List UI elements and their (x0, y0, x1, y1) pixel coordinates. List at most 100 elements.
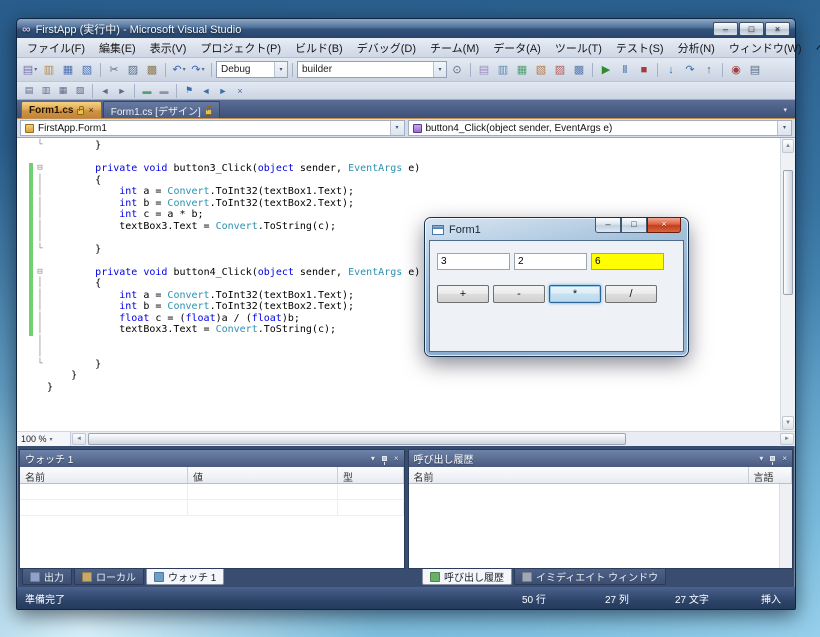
scrollbar-thumb[interactable] (783, 170, 793, 295)
callstack-panel-titlebar[interactable]: 呼び出し履歴 ▾× (409, 450, 793, 467)
menu-item-9[interactable]: ツール(T) (548, 38, 609, 58)
zoom-combo[interactable]: 100 % ▾ (17, 432, 71, 446)
menu-item-2[interactable]: 編集(E) (92, 38, 143, 58)
find-icon[interactable]: ⊙ (448, 61, 466, 79)
solution-config-combo[interactable]: Debug▾ (216, 61, 288, 78)
cut-icon[interactable]: ✂ (105, 61, 123, 79)
document-list-caret-icon[interactable]: ▾ (783, 106, 791, 118)
maximize-button[interactable]: □ (739, 22, 764, 36)
tab-watch1[interactable]: ウォッチ 1 (146, 569, 224, 585)
tab-callstack[interactable]: 呼び出し履歴 (422, 569, 512, 585)
code-line[interactable] (17, 152, 780, 164)
clear-bookmarks-icon[interactable]: × (232, 84, 248, 98)
scroll-up-icon[interactable]: ▲ (782, 139, 794, 153)
code-line[interactable]: └ } (17, 359, 780, 371)
empty-row[interactable] (20, 500, 404, 516)
output-window-icon[interactable]: ▤ (746, 61, 764, 79)
parameter-info-icon[interactable]: ▥ (38, 84, 54, 98)
form1-button-4[interactable]: / (605, 285, 657, 303)
maximize-button[interactable]: □ (621, 218, 647, 233)
document-tab-1[interactable]: Form1.cs× (21, 101, 102, 118)
scroll-left-icon[interactable]: ◄ (72, 433, 86, 445)
display-member-list-icon[interactable]: ▤ (21, 84, 37, 98)
close-icon[interactable]: × (394, 454, 399, 463)
scroll-down-icon[interactable]: ▼ (782, 416, 794, 430)
callstack-body[interactable] (409, 484, 793, 568)
comment-selection-icon[interactable]: ▬ (139, 84, 155, 98)
menu-item-4[interactable]: プロジェクト(P) (193, 38, 288, 58)
menu-item-5[interactable]: ビルド(B) (288, 38, 350, 58)
continue-icon[interactable]: ▶ (597, 61, 615, 79)
step-over-icon[interactable]: ↷ (681, 61, 699, 79)
close-tab-icon[interactable]: × (88, 105, 93, 115)
title-bar[interactable]: ∞ FirstApp (実行中) - Microsoft Visual Stud… (17, 19, 795, 38)
chevron-down-icon[interactable]: ▾ (777, 121, 791, 135)
uncomment-selection-icon[interactable]: ▬ (156, 84, 172, 98)
step-out-icon[interactable]: ↑ (700, 61, 718, 79)
form1-textbox-2[interactable] (514, 253, 587, 270)
watch-body[interactable] (20, 484, 404, 568)
types-combo[interactable]: FirstApp.Form1 ▾ (20, 120, 405, 136)
properties-window-icon[interactable]: ▥ (494, 61, 512, 79)
code-line[interactable]: └ } (17, 140, 780, 152)
save-icon[interactable]: ▦ (59, 61, 77, 79)
hscrollbar-track[interactable] (88, 433, 778, 445)
form1-button-3[interactable]: * (549, 285, 601, 303)
menu-item-10[interactable]: テスト(S) (609, 38, 671, 58)
open-file-icon[interactable]: ▥ (40, 61, 58, 79)
menu-item-7[interactable]: チーム(M) (423, 38, 486, 58)
pin-icon[interactable] (382, 456, 387, 461)
tab-immediate[interactable]: イミディエイト ウィンドウ (514, 569, 666, 585)
word-completion-icon[interactable]: ▧ (72, 84, 88, 98)
scroll-right-icon[interactable]: ► (780, 433, 794, 445)
document-tab-2[interactable]: Form1.cs [デザイン] (103, 101, 220, 118)
window-menu-icon[interactable]: ▾ (759, 454, 763, 463)
redo-icon[interactable]: ↷▾ (189, 61, 207, 79)
vertical-scrollbar[interactable]: ▲ ▼ (780, 138, 795, 431)
empty-row[interactable] (20, 484, 404, 500)
window-menu-icon[interactable]: ▾ (371, 454, 375, 463)
breakpoints-window-icon[interactable]: ◉ (727, 61, 745, 79)
copy-icon[interactable]: ▨ (124, 61, 142, 79)
chevron-down-icon[interactable]: ▾ (274, 62, 287, 77)
chevron-down-icon[interactable]: ▾ (390, 121, 404, 135)
menu-item-8[interactable]: データ(A) (486, 38, 548, 58)
code-line[interactable]: │ { (17, 175, 780, 187)
add-item-icon[interactable]: ▤▾ (21, 61, 39, 79)
find-combo[interactable]: builder▾ (297, 61, 447, 78)
quick-info-icon[interactable]: ▦ (55, 84, 71, 98)
increase-indent-icon[interactable]: ► (114, 84, 130, 98)
minimize-button[interactable]: – (713, 22, 738, 36)
solution-explorer-icon[interactable]: ▤ (475, 61, 493, 79)
minimize-button[interactable]: – (595, 218, 621, 233)
previous-bookmark-icon[interactable]: ◄ (198, 84, 214, 98)
form1-button-1[interactable]: + (437, 285, 489, 303)
menu-item-12[interactable]: ウィンドウ(W) (722, 38, 809, 58)
toolbox-icon[interactable]: ▧ (532, 61, 550, 79)
close-button[interactable]: × (765, 22, 790, 36)
scrollbar-track[interactable] (781, 154, 795, 415)
callstack-scrollbar[interactable] (779, 484, 792, 568)
form1-textbox-1[interactable] (437, 253, 510, 270)
code-line[interactable]: │ int a = Convert.ToInt32(textBox1.Text)… (17, 186, 780, 198)
form1-button-2[interactable]: - (493, 285, 545, 303)
code-line[interactable]: } (17, 382, 780, 394)
watch-panel-titlebar[interactable]: ウォッチ 1 ▾× (20, 450, 404, 467)
code-line[interactable]: } (17, 370, 780, 382)
menu-item-1[interactable]: ファイル(F) (20, 38, 92, 58)
members-combo[interactable]: button4_Click(object sender, EventArgs e… (408, 120, 793, 136)
tab-locals[interactable]: ローカル (74, 569, 144, 585)
menu-item-13[interactable]: ヘルプ(H) (809, 38, 820, 58)
hscrollbar-thumb[interactable] (88, 433, 626, 445)
paste-icon[interactable]: ▩ (143, 61, 161, 79)
decrease-indent-icon[interactable]: ◄ (97, 84, 113, 98)
close-button[interactable]: × (647, 218, 681, 233)
pin-icon[interactable] (770, 456, 775, 461)
next-bookmark-icon[interactable]: ► (215, 84, 231, 98)
error-list-icon[interactable]: ▨ (551, 61, 569, 79)
close-icon[interactable]: × (782, 454, 787, 463)
chevron-down-icon[interactable]: ▾ (433, 62, 446, 77)
menu-item-11[interactable]: 分析(N) (671, 38, 722, 58)
undo-icon[interactable]: ↶▾ (170, 61, 188, 79)
tab-output[interactable]: 出力 (22, 569, 72, 585)
